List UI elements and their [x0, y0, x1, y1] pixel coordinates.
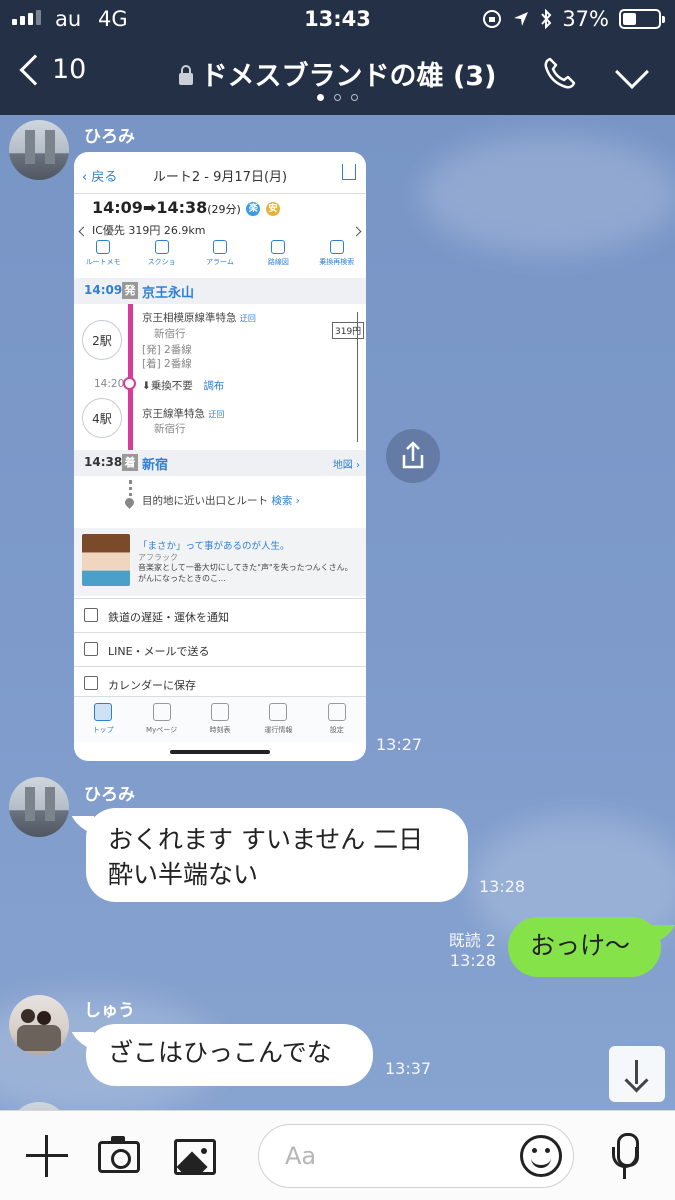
depart-station: 14:09 発 京王永山	[74, 278, 366, 304]
menu-item: カレンダーに保存	[74, 666, 366, 700]
embedded-tab: 運行情報	[249, 697, 307, 742]
battery-icon	[619, 9, 665, 29]
route-tool: スクショ	[136, 240, 188, 274]
direction: 新宿行	[154, 328, 186, 340]
message-text: ざこはひっこんでな	[108, 1038, 332, 1067]
message-text: おっけ〜	[530, 931, 631, 960]
chat-nav-bar: 10 ドメスブランドの雄 (3)	[0, 40, 675, 115]
route-tool: ルートメモ	[77, 240, 129, 274]
embedded-tab: トップ	[74, 697, 132, 742]
sender-name: ひろみ	[84, 785, 135, 805]
menu-item: LINE・メールで送る	[74, 632, 366, 666]
line-name: 京王線準特急 迂回	[142, 408, 225, 420]
avatar[interactable]	[9, 777, 69, 837]
route-times: 14:09➡14:38(29分) 楽 安	[92, 198, 281, 217]
next-route-icon	[351, 226, 362, 237]
chat-area[interactable]: ひろみ ‹ 戻る ルート2 - 9月17日(月) 14:09➡14:38(29分…	[0, 115, 675, 1110]
line-name: 京王相模原線準特急 迂回	[142, 312, 256, 324]
sender-name: ひろみ	[84, 127, 135, 147]
page-indicator	[0, 94, 675, 101]
message-time: 13:27	[376, 735, 423, 754]
avatar[interactable]	[9, 120, 69, 180]
lock-icon	[178, 65, 193, 85]
route-tool: 路線図	[252, 240, 304, 274]
stop-count: 2駅	[82, 320, 122, 360]
message-bubble[interactable]: ざこはひっこんでな	[86, 1024, 373, 1086]
plus-icon[interactable]	[26, 1135, 68, 1177]
menu-item: 鉄道の遅延・運休を通知	[74, 598, 366, 632]
orientation-lock-icon	[483, 10, 502, 28]
direction: 新宿行	[154, 423, 186, 435]
share-icon	[84, 642, 98, 656]
ad-image	[82, 534, 130, 586]
stop-count: 4駅	[82, 398, 122, 438]
message-text: おくれます すいません 二日	[108, 825, 424, 854]
message-time: 13:37	[385, 1059, 432, 1078]
share-icon	[402, 441, 424, 469]
app-header: au 4G 13:43 37% 10 ドメスブランドの雄 (3)	[0, 0, 675, 115]
my-message-bubble[interactable]: おっけ〜	[508, 917, 661, 977]
transfer-note: ⬇乗換不要 調布	[142, 380, 225, 392]
embedded-tab-bar: トップ Myページ 時刻表 運行情報 設定	[74, 696, 366, 742]
embedded-title: ルート2 - 9月17日(月)	[152, 170, 288, 185]
ad-banner: 「まさか」って事があるのが人生。 アフラック 音楽家として一番大切にしてきた"声…	[74, 528, 366, 596]
platform-arr: [着] 2番線	[142, 358, 192, 370]
embedded-tab: 設定	[308, 697, 366, 742]
message-time: 13:28	[479, 877, 526, 896]
route-tool: 乗換再検索	[311, 240, 363, 274]
fare-box: 319円	[332, 322, 365, 339]
pin-icon	[123, 496, 136, 509]
exit-route: 目的地に近い出口とルート 検索 ›	[142, 495, 300, 507]
mic-icon[interactable]	[612, 1133, 639, 1183]
fare-line: IC優先 319円 26.9km	[92, 224, 206, 237]
image-icon[interactable]	[174, 1139, 216, 1175]
sender-name: しゅう	[84, 1001, 135, 1021]
chat-title-text: ドメスブランドの雄 (3)	[200, 61, 497, 92]
route-tools: ルートメモ スクショ アラーム 路線図 乗換再検索	[74, 240, 366, 274]
speaker-icon	[84, 608, 98, 622]
prev-route-icon	[78, 226, 89, 237]
avatar[interactable]	[9, 995, 69, 1055]
transfer-time: 14:20	[94, 378, 125, 390]
emoji-icon[interactable]	[520, 1135, 562, 1177]
arrive-station: 14:38 着 新宿 地図 ›	[74, 450, 366, 476]
message-text: 酔い半端ない	[108, 860, 259, 889]
embedded-tab: Myページ	[133, 697, 191, 742]
message-input[interactable]	[285, 1142, 505, 1170]
message-input-bar	[0, 1110, 675, 1200]
shared-screenshot[interactable]: ‹ 戻る ルート2 - 9月17日(月) 14:09➡14:38(29分) 楽 …	[74, 152, 366, 761]
phone-icon[interactable]	[541, 56, 577, 92]
battery-percent: 37%	[562, 7, 609, 31]
calendar-icon	[84, 676, 98, 690]
message-bubble[interactable]: おくれます すいません 二日 酔い半端ない	[86, 808, 468, 902]
read-receipt: 既読 2 13:28	[448, 931, 496, 970]
route-tool: アラーム	[194, 240, 246, 274]
scroll-down-button[interactable]	[609, 1046, 665, 1102]
camera-icon[interactable]	[98, 1136, 140, 1173]
embedded-header: ‹ 戻る ルート2 - 9月17日(月)	[74, 152, 366, 194]
location-icon	[514, 12, 529, 26]
embedded-share-icon	[342, 164, 356, 180]
status-bar: au 4G 13:43 37%	[0, 0, 675, 38]
share-button[interactable]	[386, 429, 440, 483]
bluetooth-icon	[541, 9, 552, 29]
platform-dep: [発] 2番線	[142, 344, 192, 356]
embedded-tab: 時刻表	[191, 697, 249, 742]
